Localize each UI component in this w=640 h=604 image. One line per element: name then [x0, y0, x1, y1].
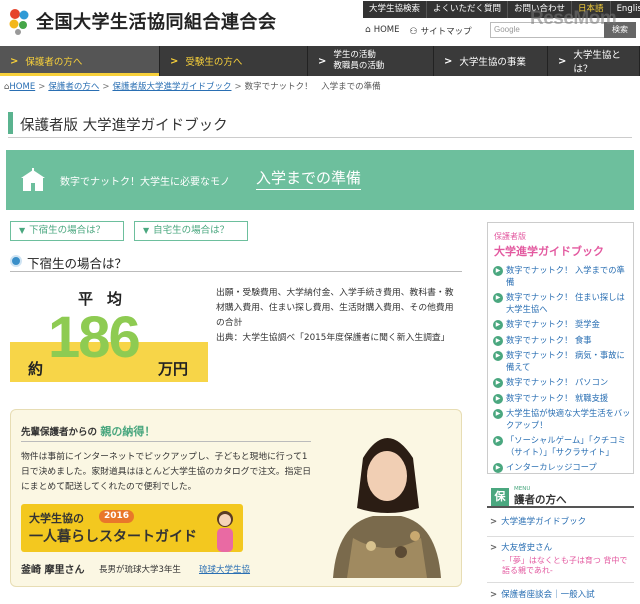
testimonial-body: 物件は事前にインターネットでピックアップし、子どもと現地に行って1日で決めました…: [21, 452, 312, 492]
average-source: 出典：大学生協調べ「2015年度保護者に聞く新入生調査」: [216, 333, 450, 343]
sidebar-item[interactable]: ▶ インターカレッジコープ: [493, 462, 631, 474]
guide-character-image: [217, 511, 233, 552]
sidebar-item[interactable]: ▶ 数字でナットク！ パソコン: [493, 377, 631, 389]
nav-parents[interactable]: > 保護者の方へ: [0, 46, 160, 76]
breadcrumb-current: 数字でナットク！ 入学までの準備: [244, 82, 381, 92]
sidebar-item[interactable]: ▶ 数字でナットク！ 住まい探しは大学生協へ: [493, 292, 631, 315]
arrow-circle-icon: ▶: [493, 378, 503, 388]
average-unit: 万円: [158, 360, 189, 378]
arrow-circle-icon: ▶: [493, 436, 503, 446]
school-icon: [21, 168, 45, 191]
arrow-circle-icon: ▶: [493, 463, 503, 473]
section-banner: 数字でナットク！大学生に必要なモノ 入学までの準備: [6, 150, 634, 210]
sidebar-list: ▶ 数字でナットク！ 入学までの準備 ▶ 数字でナットク！ 住まい探しは大学生協へ …: [493, 265, 631, 478]
sidebar-item[interactable]: ▶ 数字でナットク！ 入学までの準備: [493, 265, 631, 288]
sitemap-link[interactable]: ⚇ サイトマップ: [410, 25, 472, 37]
chevron-right-icon: >: [558, 55, 567, 67]
parent-relation: 長男が琉球大学3年生: [99, 565, 181, 575]
sidebar-item[interactable]: ▶ 数字でナットク！ 奨学金: [493, 319, 631, 331]
bullet-circle-icon: [10, 255, 22, 267]
testimonial-box: 先輩保護者からの 親の納得！ 物件は事前にインターネットでピックアップし、子ども…: [10, 409, 462, 587]
arrow-circle-icon: ▶: [493, 266, 503, 276]
parent-photo: [323, 418, 451, 578]
sidebar-item[interactable]: ▶ 数字でナットク！ 就職支援: [493, 393, 631, 405]
menu-item-guidebook[interactable]: > 大学進学ガイドブック: [490, 517, 634, 528]
average-cost-figure: 平均 約 186 万円: [10, 282, 210, 400]
menu-item-otomo-sub: -「夢」はなくとも子は育つ 背中で語る親であれ-: [502, 556, 628, 575]
average-description: 出願・受験費用、大学納付金、入学手続き費用、教科書・教材購入費用、住まい探し費用…: [216, 288, 454, 328]
divider: [487, 582, 634, 583]
banner-title: 入学までの準備: [256, 167, 362, 190]
breadcrumb: ⌂HOME > 保護者の方へ > 保護者版大学進学ガイドブック > 数字でナットク！ 入学ま…: [4, 82, 381, 92]
banner-lead: 数字でナットク！大学生に必要なモノ: [60, 177, 230, 188]
utility-link-coop-search[interactable]: 大学生協検索: [363, 1, 428, 18]
chevron-right-icon: >: [444, 55, 453, 67]
section-title: 下宿生の場合は？: [27, 256, 128, 271]
arrow-circle-icon: ▶: [493, 293, 503, 303]
guidebook-sidebar: 保護者版 大学進学ガイドブック ▶ 数字でナットク！ 入学までの準備 ▶ 数字でナッ…: [487, 222, 634, 474]
start-guide-banner[interactable]: 大学生協の 2016 一人暮らしスタートガイド: [21, 504, 243, 552]
home-link[interactable]: ⌂ HOME: [365, 25, 400, 37]
coop-logo-icon[interactable]: [6, 6, 32, 36]
sub-links: ⌂ HOME ⚇ サイトマップ: [365, 25, 472, 37]
arrow-circle-icon: ▶: [493, 393, 503, 404]
menu-item-roundtable[interactable]: > 保護者座談会｜一般入試: [490, 590, 634, 601]
divider: [21, 441, 311, 442]
triangle-down-icon: ▼: [19, 226, 26, 235]
sidebar-item[interactable]: ▶ 数字でナットク！ 食事: [493, 335, 631, 347]
chevron-right-icon: >: [490, 517, 498, 527]
breadcrumb-home[interactable]: HOME: [9, 82, 35, 92]
average-value: 186: [48, 305, 141, 370]
breadcrumb-parents[interactable]: 保護者の方へ: [48, 82, 99, 92]
triangle-down-icon: ▼: [143, 226, 150, 235]
utility-link-faq[interactable]: よくいただく質問: [427, 1, 509, 18]
page-title-bar: 保護者版 大学進学ガイドブック: [8, 108, 632, 138]
nav-business[interactable]: > 大学生協の事業: [434, 46, 548, 76]
average-prefix: 約: [28, 360, 44, 378]
nav-about[interactable]: > 大学生協とは？: [548, 46, 640, 76]
arrow-circle-icon: ▶: [493, 335, 503, 346]
menu-item-otomo[interactable]: > 大友啓史さん: [490, 543, 634, 554]
nav-applicants[interactable]: > 受験生の方へ: [160, 46, 308, 76]
chevron-right-icon: >: [318, 55, 327, 67]
sitemap-icon: ⚇: [409, 27, 418, 37]
parents-menu-title: 護者の方へ: [514, 494, 567, 506]
main-nav: > 保護者の方へ > 受験生の方へ > 学生の活動 教職員の活動 > 大学生協の事業 > 大…: [0, 46, 640, 76]
tab-boarding-student[interactable]: ▼ 下宿生の場合は？: [10, 221, 124, 241]
nav-activities[interactable]: > 学生の活動 教職員の活動: [308, 46, 434, 76]
arrow-circle-icon: ▶: [493, 320, 503, 330]
sidebar-title: 大学進学ガイドブック: [494, 245, 604, 258]
testimonial-heading: 先輩保護者からの 親の納得！: [21, 425, 156, 438]
chevron-right-icon: >: [490, 543, 498, 553]
page-title: 保護者版 大学進学ガイドブック: [20, 118, 228, 134]
sidebar-item[interactable]: ▶ 「ソーシャルゲーム」「クチコミ（サイト）」「サクラサイト」: [493, 435, 631, 458]
resemom-watermark: ReseMom: [530, 8, 617, 29]
chevron-right-icon: >: [10, 55, 19, 67]
sidebar-tag: 保護者版: [494, 232, 526, 241]
menu-kanji-badge: 保: [491, 488, 509, 506]
sidebar-item[interactable]: ▶ 数字でナットク！ 病気・事故に備えて: [493, 350, 631, 373]
sidebar-item[interactable]: ▶ 大学生協が快適な大学生活をバックアップ！: [493, 408, 631, 431]
arrow-circle-icon: ▶: [493, 409, 503, 419]
parents-menu-heading: 保 MENU 護者の方へ: [487, 486, 634, 508]
coop-link[interactable]: 琉球大学生協: [199, 563, 250, 575]
site-title[interactable]: 全国大学生活協同組合連合会: [36, 8, 277, 34]
breadcrumb-guidebook[interactable]: 保護者版大学進学ガイドブック: [112, 82, 231, 92]
site-header: 全国大学生活協同組合連合会 大学生協検索 よくいただく質問 お問い合わせ 日本語…: [0, 0, 640, 46]
tab-home-student[interactable]: ▼ 自宅生の場合は？: [134, 221, 248, 241]
section-heading: 下宿生の場合は？: [10, 252, 462, 272]
parent-name: 釜崎 摩里さん: [21, 565, 85, 576]
title-accent-bar: [8, 112, 13, 134]
chevron-right-icon: >: [490, 590, 498, 600]
chevron-right-icon: >: [170, 55, 179, 67]
home-icon: ⌂: [365, 25, 371, 35]
divider: [487, 536, 634, 537]
arrow-circle-icon: ▶: [493, 351, 503, 361]
